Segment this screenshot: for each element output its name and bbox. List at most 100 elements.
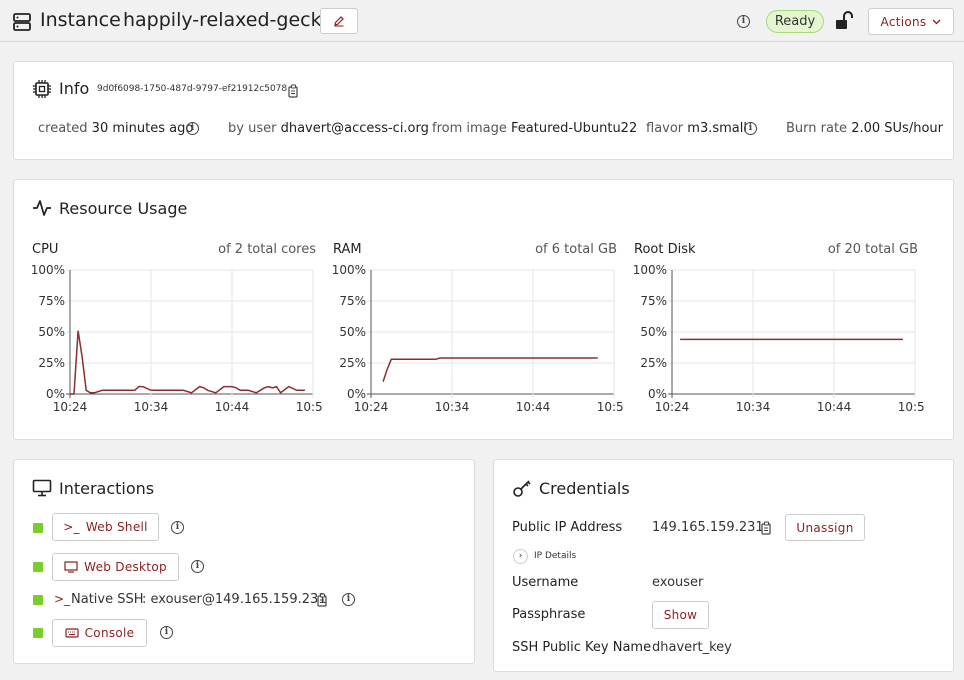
unassign-label: Unassign xyxy=(796,520,854,535)
web-desktop-info-icon[interactable]: i xyxy=(191,560,204,573)
y-tick-label: 0% xyxy=(648,387,667,401)
series-line xyxy=(70,330,305,395)
image-label: from image xyxy=(432,121,507,136)
public-ip-value: 149.165.159.231 xyxy=(652,520,764,535)
ip-details-label: IP Details xyxy=(534,551,577,561)
console-info-icon[interactable]: i xyxy=(160,626,173,639)
show-label: Show xyxy=(663,608,698,622)
user-label: by user xyxy=(228,121,277,136)
unlock-icon[interactable] xyxy=(834,10,856,32)
pencil-icon xyxy=(334,16,344,27)
x-tick-label: 10:24 xyxy=(655,400,690,414)
native-ssh-terminal-icon: >_ xyxy=(54,592,71,606)
key-icon xyxy=(513,480,531,497)
flavor-field: flavor m3.small xyxy=(646,121,747,136)
native-ssh-info-icon[interactable]: i xyxy=(342,593,355,606)
x-tick-label: 10:44 xyxy=(817,400,852,414)
native-ssh-value: : exouser@149.165.159.231 xyxy=(142,592,327,607)
instance-name: happily-relaxed-gecko xyxy=(123,9,333,31)
resource-usage-panel: Resource Usage CPU of 2 total cores 0% 25% 5… xyxy=(13,179,954,440)
ip-details-toggle[interactable]: › IP Details xyxy=(513,548,576,564)
chart-root-disk: Root Disk of 20 total GB 0% 25% 50% 75% 100% 10… xyxy=(634,240,924,420)
passphrase-label: Passphrase xyxy=(512,607,586,622)
y-tick-label: 50% xyxy=(339,325,366,339)
y-tick-label: 75% xyxy=(38,294,65,308)
created-value: 30 minutes ago xyxy=(91,121,194,136)
flavor-info-icon[interactable]: i xyxy=(744,122,757,135)
header-bar: Instance happily-relaxed-gecko i Ready A… xyxy=(0,0,964,42)
y-tick-label: 100% xyxy=(333,263,366,277)
created-label: created xyxy=(38,121,88,136)
ssh-key-value: dhavert_key xyxy=(652,640,732,655)
x-tick-label: 10:54 xyxy=(296,400,322,414)
copy-ssh-icon[interactable] xyxy=(317,593,329,607)
chart-plot: 0% 25% 50% 75% 100% 10:24 10:34 10:44 10:54 xyxy=(32,263,322,414)
copy-ip-icon[interactable] xyxy=(761,521,773,535)
created-info-icon[interactable]: i xyxy=(186,122,199,135)
burn-rate-label: Burn rate xyxy=(786,121,848,136)
keyboard-icon xyxy=(65,628,79,638)
chevron-down-icon xyxy=(933,19,941,24)
status-badge: Ready xyxy=(766,10,824,33)
x-tick-label: 10:34 xyxy=(736,400,771,414)
flavor-value: m3.small xyxy=(687,121,747,136)
copy-uuid-icon[interactable] xyxy=(288,84,300,98)
burn-rate-value: 2.00 SUs/hour xyxy=(851,121,943,136)
info-heading: Info xyxy=(59,79,90,98)
y-tick-label: 50% xyxy=(640,325,667,339)
monitor-icon xyxy=(32,479,52,497)
unassign-button[interactable]: Unassign xyxy=(785,514,865,541)
x-tick-label: 10:54 xyxy=(898,400,924,414)
activity-icon xyxy=(33,200,51,216)
server-icon xyxy=(13,13,31,31)
console-status-indicator xyxy=(33,628,43,638)
native-ssh-label: Native SSH xyxy=(71,592,144,607)
resource-usage-heading: Resource Usage xyxy=(59,199,188,218)
status-info-icon[interactable]: i xyxy=(737,15,750,28)
chart-plot: 0% 25% 50% 75% 100% 10:24 10:34 10:44 10:54 xyxy=(333,263,623,414)
console-label: Console xyxy=(84,626,135,640)
y-tick-label: 0% xyxy=(347,387,366,401)
y-tick-label: 100% xyxy=(634,263,667,277)
username-value: exouser xyxy=(652,575,704,590)
x-tick-label: 10:34 xyxy=(134,400,169,414)
x-tick-label: 10:44 xyxy=(215,400,250,414)
edit-name-button[interactable] xyxy=(320,8,358,34)
flavor-label: flavor xyxy=(646,121,684,136)
chevron-right-icon: › xyxy=(513,548,528,564)
x-tick-label: 10:54 xyxy=(597,400,623,414)
x-tick-label: 10:24 xyxy=(53,400,88,414)
desktop-icon xyxy=(64,561,78,573)
image-field: from image Featured-Ubuntu22 xyxy=(432,121,637,136)
instance-uuid: 9d0f6098-1750-487d-9797-ef21912c5078 xyxy=(97,84,288,94)
y-tick-label: 25% xyxy=(339,356,366,370)
credentials-heading: Credentials xyxy=(539,479,630,498)
show-passphrase-button[interactable]: Show xyxy=(652,601,709,629)
ssh-key-label: SSH Public Key Name xyxy=(512,640,652,655)
y-tick-label: 75% xyxy=(640,294,667,308)
x-tick-label: 10:44 xyxy=(516,400,551,414)
web-shell-button[interactable]: >_ Web Shell xyxy=(52,513,159,541)
page-title-prefix: Instance xyxy=(40,9,121,31)
console-button[interactable]: Console xyxy=(52,619,147,647)
burn-rate-field: Burn rate 2.00 SUs/hour xyxy=(786,121,943,136)
web-desktop-label: Web Desktop xyxy=(84,560,167,574)
actions-dropdown-button[interactable]: Actions xyxy=(868,8,954,35)
x-tick-label: 10:34 xyxy=(435,400,470,414)
web-desktop-button[interactable]: Web Desktop xyxy=(52,553,179,581)
chart-cpu: CPU of 2 total cores 0% 25% 50% 75% 100% 10:24 1… xyxy=(32,240,322,420)
web-shell-status-indicator xyxy=(33,523,43,533)
y-tick-label: 25% xyxy=(38,356,65,370)
interactions-heading: Interactions xyxy=(59,479,155,498)
chart-plot: 0% 25% 50% 75% 100% 10:24 10:34 10:44 10:54 xyxy=(634,263,924,414)
y-tick-label: 75% xyxy=(339,294,366,308)
image-value: Featured-Ubuntu22 xyxy=(511,121,638,136)
series-line xyxy=(382,357,598,382)
user-value: dhavert@access-ci.org xyxy=(280,121,429,136)
interactions-panel: Interactions >_ Web Shell i Web Desktop … xyxy=(13,459,475,664)
web-shell-info-icon[interactable]: i xyxy=(171,521,184,534)
user-field: by user dhavert@access-ci.org xyxy=(228,121,429,136)
actions-label: Actions xyxy=(880,14,927,29)
native-ssh-status-indicator xyxy=(33,595,43,605)
y-tick-label: 0% xyxy=(46,387,65,401)
